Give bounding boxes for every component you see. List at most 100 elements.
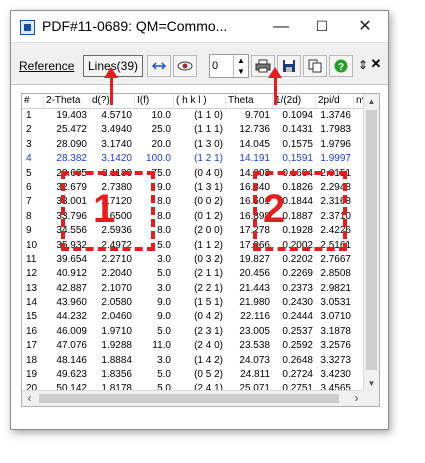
- table-cell: (2 4 0): [194, 340, 223, 352]
- scroll-left-icon[interactable]: ‹: [22, 391, 37, 406]
- table-cell: 2.1070: [101, 282, 132, 294]
- table-row[interactable]: 3 28.090 3.1740 20.0 (1 3 0) 14.045 0.1575 1.97…: [22, 138, 364, 152]
- table-row[interactable]: 4 28.382 3.1420 100.0 (1 2 1) 14.191 0.1591 1.9…: [22, 152, 364, 166]
- scroll-corner: [364, 391, 379, 406]
- column-header[interactable]: ( h k l ): [174, 94, 226, 108]
- table-cell: 3.0710: [320, 311, 351, 323]
- table-cell: 9.0: [157, 297, 171, 309]
- expand-arrows-icon: [151, 62, 167, 70]
- help-icon: ?: [334, 59, 348, 73]
- table-row[interactable]: 13 42.887 2.1070 3.0 (2 2 1) 21.443 0.2373 2.98…: [22, 282, 364, 296]
- column-header[interactable]: 2pi/d: [316, 94, 354, 108]
- table-cell: 2.7667: [320, 253, 351, 265]
- vertical-scroll-thumb[interactable]: [366, 110, 377, 370]
- table-cell: 5.0: [157, 325, 171, 337]
- scroll-right-icon[interactable]: ›: [349, 391, 364, 406]
- column-header[interactable]: I(f): [135, 94, 174, 108]
- column-header[interactable]: Theta: [226, 94, 273, 108]
- table-cell: (2 0 0): [194, 225, 223, 237]
- table-row[interactable]: 15 44.232 2.0460 9.0 (0 4 2) 22.116 0.2444 3.07…: [22, 310, 364, 324]
- table-cell: 3: [26, 138, 32, 150]
- table-cell: 7: [26, 196, 32, 208]
- column-header[interactable]: #: [22, 94, 44, 108]
- annotation-arrow-1: [104, 67, 118, 105]
- pdf-card-window: PDF#11-0689: QM=Commo... — ☐ ✕ Reference…: [10, 10, 389, 430]
- table-cell: 17: [26, 340, 38, 352]
- table-row[interactable]: 12 40.912 2.2040 5.0 (2 1 1) 20.456 0.2269 2.85…: [22, 267, 364, 281]
- table-cell: 14.045: [239, 138, 270, 150]
- table-cell: 0.1575: [282, 138, 313, 150]
- table-cell: 19: [26, 369, 38, 381]
- table-cell: 3.0: [157, 354, 171, 366]
- table-cell: 19.827: [239, 253, 270, 265]
- table-cell: 1.9796: [320, 138, 351, 150]
- table-cell: 12.736: [239, 124, 270, 136]
- maximize-button[interactable]: ☐: [302, 11, 342, 42]
- line-index-stepper[interactable]: ▲▼: [209, 54, 249, 78]
- table-cell: (2 1 1): [194, 268, 223, 280]
- close-button[interactable]: ✕: [345, 11, 385, 42]
- table-cell: 3.1740: [101, 138, 132, 150]
- table-cell: 11: [26, 253, 37, 265]
- toolbar-close-button[interactable]: ✕: [367, 54, 385, 74]
- table-cell: 0.1431: [282, 124, 313, 136]
- stepper-arrows[interactable]: ▲ ▼: [233, 55, 248, 77]
- table-row[interactable]: 11 39.654 2.2710 3.0 (0 3 2) 19.827 0.2202 2.76…: [22, 253, 364, 267]
- horizontal-expand-button[interactable]: [147, 55, 171, 77]
- scroll-down-icon[interactable]: ▼: [364, 376, 379, 391]
- table-cell: (1 2 1): [194, 153, 223, 165]
- table-cell: 23.005: [239, 325, 270, 337]
- table-cell: (2 2 1): [194, 282, 223, 294]
- column-header[interactable]: 1/(2d): [273, 94, 316, 108]
- table-cell: 10: [26, 239, 38, 251]
- title-bar[interactable]: PDF#11-0689: QM=Commo... — ☐ ✕: [11, 11, 388, 42]
- column-header[interactable]: 2-Theta: [44, 94, 90, 108]
- table-cell: 14.191: [239, 153, 270, 165]
- copy-icon: [308, 59, 322, 73]
- horizontal-scroll-thumb[interactable]: [39, 394, 339, 403]
- help-button[interactable]: ?: [329, 55, 353, 77]
- table-row[interactable]: 18 48.146 1.8884 3.0 (1 4 2) 24.073 0.2648 3.32…: [22, 354, 364, 368]
- table-cell: 3.0531: [320, 297, 351, 309]
- vertical-scrollbar[interactable]: ▲ ▼: [363, 94, 379, 391]
- eye-button[interactable]: [173, 55, 197, 77]
- table-header: # 2-Theta d(?) I(f) ( h k l ) Theta 1/(2…: [22, 94, 379, 109]
- table-cell: 21.980: [239, 297, 270, 309]
- table-cell: 1.8356: [101, 369, 132, 381]
- table-cell: 2.9821: [320, 282, 351, 294]
- table-row[interactable]: 19 49.623 1.8356 5.0 (0 5 2) 24.811 0.2724 3.42…: [22, 368, 364, 382]
- table-cell: 9: [26, 225, 32, 237]
- table-cell: 22.116: [240, 311, 270, 323]
- table-cell: 1.9288: [101, 340, 132, 352]
- table-cell: 9.701: [244, 110, 270, 121]
- table-row[interactable]: 16 46.009 1.9710 5.0 (2 3 1) 23.005 0.2537 3.18…: [22, 325, 364, 339]
- table-cell: 19.403: [56, 110, 87, 121]
- scroll-up-icon[interactable]: ▲: [364, 94, 379, 109]
- table-cell: 1.7983: [320, 124, 351, 136]
- table-cell: 5.0: [157, 369, 171, 381]
- table-cell: 5: [26, 167, 32, 179]
- table-body: 1 19.403 4.5710 10.0 (1 1 0) 9.701 0.1094 1.374…: [22, 109, 364, 406]
- table-cell: 25.472: [56, 124, 87, 136]
- table-row[interactable]: 2 25.472 3.4940 25.0 (1 1 1) 12.736 0.1431 1.79…: [22, 123, 364, 137]
- toolbar: Reference Lines(39) ▲▼: [11, 42, 388, 85]
- table-cell: (0 1 2): [194, 210, 223, 222]
- copy-button[interactable]: [303, 55, 327, 77]
- table-row[interactable]: 1 19.403 4.5710 10.0 (1 1 0) 9.701 0.1094 1.374…: [22, 109, 364, 123]
- floppy-disk-icon: [283, 60, 295, 72]
- eye-icon: [177, 61, 193, 71]
- reference-button[interactable]: Reference: [19, 59, 74, 73]
- table-cell: (1 3 0): [194, 138, 223, 150]
- table-cell: 2.2710: [101, 253, 132, 265]
- table-cell: 3.1878: [320, 325, 351, 337]
- table-cell: 0.1094: [282, 110, 313, 121]
- table-row[interactable]: 14 43.960 2.0580 9.0 (1 5 1) 21.980 0.2430 3.05…: [22, 296, 364, 310]
- table-cell: 1.9997: [320, 153, 351, 165]
- table-cell: 0.2430: [282, 297, 313, 309]
- minimize-button[interactable]: —: [261, 11, 301, 42]
- table-cell: 24.073: [239, 354, 270, 366]
- horizontal-scrollbar[interactable]: ‹ ›: [22, 390, 364, 406]
- table-row[interactable]: 17 47.076 1.9288 11.0 (2 4 0) 23.538 0.2592 3.2…: [22, 339, 364, 353]
- window-title: PDF#11-0689: QM=Commo...: [42, 18, 228, 34]
- line-index-input[interactable]: [210, 55, 234, 77]
